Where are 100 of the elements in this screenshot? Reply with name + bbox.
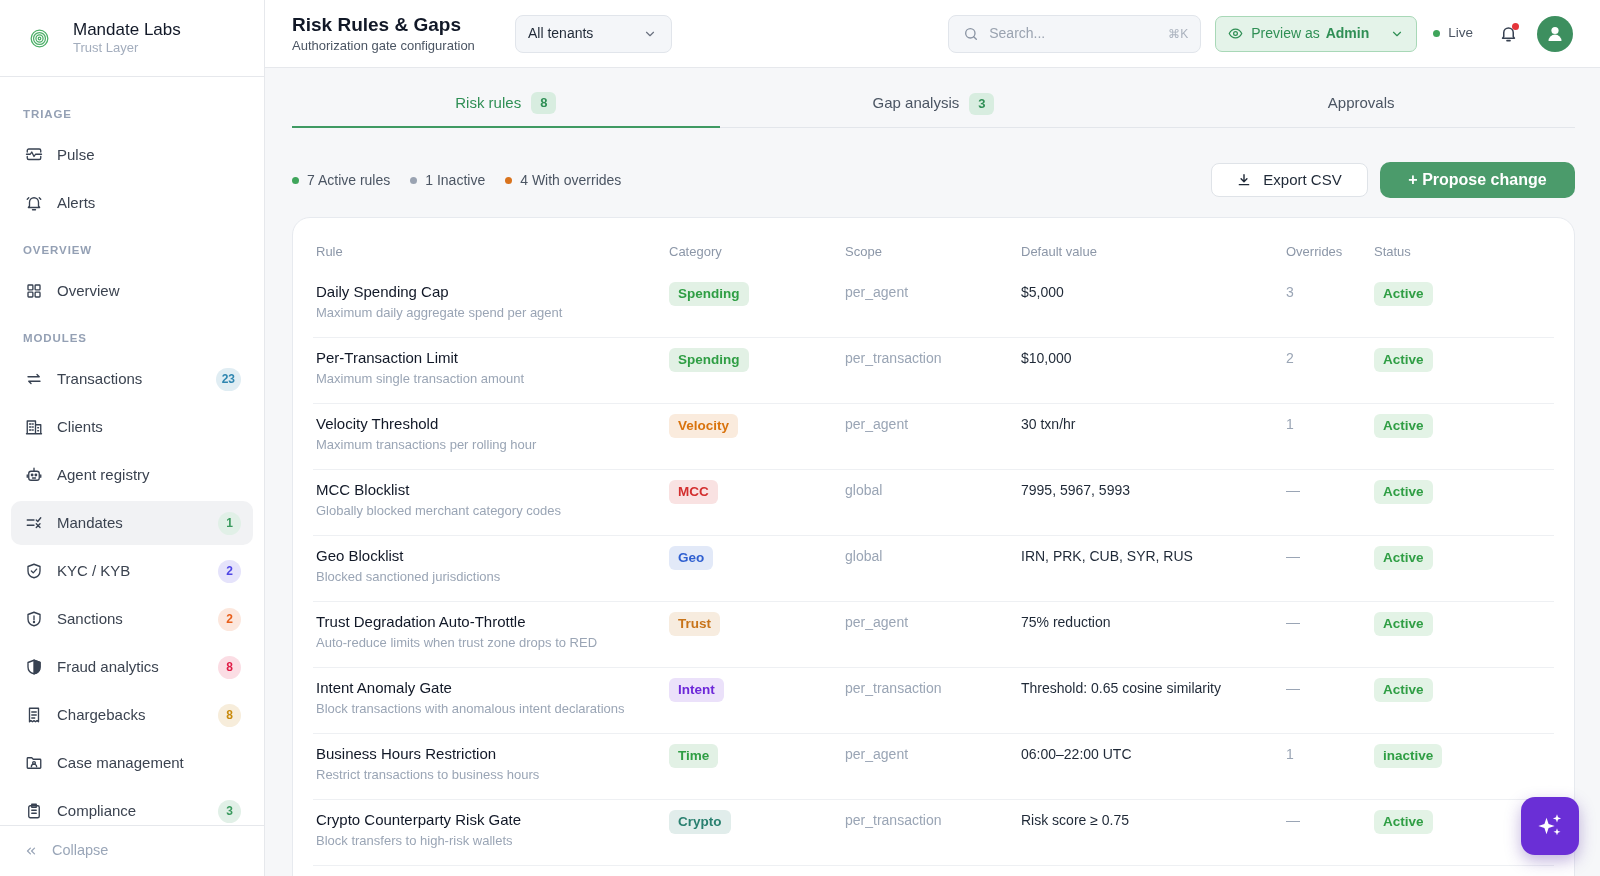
scope-text: per_transaction [845, 679, 942, 698]
shield-check-icon [25, 562, 43, 580]
category-tag: Trust [669, 612, 720, 636]
rule-description: Block transfers to high-risk wallets [316, 832, 513, 850]
tab[interactable]: Gap analysis 3 [719, 80, 1148, 128]
category-tag: Time [669, 744, 719, 768]
tab[interactable]: Risk rules 8 [292, 80, 720, 128]
sidebar-item[interactable]: Compliance 3 [11, 789, 253, 825]
rule-description: Globally blocked merchant category codes [316, 502, 561, 520]
scope-text: per_transaction [845, 811, 942, 830]
default-value: 75% reduction [1021, 613, 1111, 632]
sidebar-item[interactable]: Agent registry [11, 453, 253, 497]
status-tag: Active [1374, 678, 1433, 702]
shield-alert-icon [25, 610, 43, 628]
rule-description: Auto-reduce limits when trust zone drops to RED [316, 634, 598, 652]
section-heading: TRIAGE [23, 107, 72, 122]
preview-role-dropdown[interactable]: Preview as Admin [1215, 15, 1418, 52]
sidebar-item[interactable]: Alerts [11, 181, 253, 225]
status-tag: Active [1374, 546, 1433, 570]
assistant-button[interactable] [1521, 797, 1579, 855]
status-tag: Active [1374, 414, 1433, 438]
count-badge: 1 [218, 511, 241, 535]
tab-count: 8 [531, 92, 557, 114]
status-tag: Active [1374, 480, 1433, 504]
default-value: Threshold: 0.65 cosine similarity [1021, 679, 1221, 698]
tab-count: 3 [969, 92, 995, 115]
count-badge: 8 [218, 655, 241, 679]
status-tag: Active [1374, 282, 1433, 306]
shortcut-hint: ⌘K [1168, 25, 1189, 43]
sidebar-item[interactable]: Case management [11, 741, 253, 785]
rule-name: Business Hours Restriction [316, 744, 497, 764]
section-heading: MODULES [23, 331, 87, 346]
live-status-dot-icon [1433, 30, 1441, 37]
scope-text: per_agent [845, 745, 909, 764]
page-subtitle: Authorization gate configuration [292, 37, 476, 54]
default-value: 7995, 5967, 5993 [1021, 481, 1130, 500]
sidebar-item[interactable]: Transactions 23 [11, 357, 253, 401]
default-value: IRN, PRK, CUB, SYR, RUS [1021, 547, 1193, 566]
category-tag: Spending [669, 348, 749, 372]
default-value: 06:00–22:00 UTC [1021, 745, 1132, 764]
override-count: — [1286, 547, 1300, 566]
rule-description: Restrict transactions to business hours [316, 766, 540, 784]
brand-tagline: Trust Layer [73, 40, 140, 56]
export-button[interactable]: Export CSV [1211, 163, 1368, 197]
rule-name: Per-Transaction Limit [316, 348, 458, 368]
override-count: 3 [1286, 283, 1294, 302]
category-tag: Crypto [669, 810, 731, 834]
rule-name: Intent Anomaly Gate [316, 678, 452, 698]
rule-name: Daily Spending Cap [316, 282, 449, 302]
download-icon [1237, 173, 1252, 187]
bell-icon [1499, 24, 1518, 43]
override-count: 1 [1286, 745, 1294, 764]
sidebar-item[interactable]: KYC / KYB 2 [11, 549, 253, 593]
category-tag: Spending [669, 282, 749, 306]
rule-description: Maximum transactions per rolling hour [316, 436, 537, 454]
sidebar-item[interactable]: Pulse [11, 133, 253, 177]
folder-person-icon [25, 754, 43, 772]
column-header: Status [1374, 244, 1411, 260]
section-heading: OVERVIEW [23, 243, 93, 258]
count-badge: 23 [215, 367, 241, 391]
sidebar-item[interactable]: Sanctions 2 [11, 597, 253, 641]
column-header: Overrides [1286, 244, 1343, 260]
tenant-dropdown[interactable]: All tenants [515, 14, 672, 53]
column-header: Rule [316, 244, 343, 260]
count-badge: 8 [218, 703, 241, 727]
rule-name: Crypto Counterparty Risk Gate [316, 810, 522, 830]
shield-half-icon [25, 658, 43, 676]
sidebar-item[interactable]: Clients [11, 405, 253, 449]
logo-icon [30, 28, 49, 48]
rule-description: Blocked sanctioned jurisdictions [316, 568, 501, 586]
sidebar-item[interactable]: Overview [11, 269, 253, 313]
summary-text: 1 Inactive [425, 170, 486, 190]
count-badge: 3 [218, 799, 241, 823]
live-label: Live [1448, 24, 1473, 43]
status-tag: Active [1374, 810, 1433, 834]
search-icon [963, 25, 980, 42]
default-value: 30 txn/hr [1021, 415, 1076, 434]
column-header: Scope [845, 244, 882, 260]
category-tag: Intent [669, 678, 724, 702]
grid-icon [25, 282, 43, 300]
page-title: Risk Rules & Gaps [292, 13, 462, 37]
search-input[interactable]: Search... [989, 23, 1159, 44]
double-chevron-left-icon [24, 844, 38, 858]
override-count: — [1286, 679, 1300, 698]
override-count: — [1286, 481, 1300, 500]
sidebar-item[interactable]: Fraud analytics 8 [11, 645, 253, 689]
category-tag: MCC [669, 480, 718, 504]
rule-name: Velocity Threshold [316, 414, 439, 434]
rule-description: Maximum daily aggregate spend per agent [316, 304, 563, 322]
avatar-icon[interactable] [1537, 15, 1573, 52]
summary-text: 7 Active rules [307, 170, 391, 190]
building-icon [25, 418, 43, 436]
count-badge: 2 [218, 607, 241, 631]
scope-text: per_agent [845, 415, 909, 434]
clipboard-icon [25, 802, 43, 820]
sidebar-item[interactable]: Mandates 1 [11, 501, 253, 545]
tab[interactable]: Approvals [1147, 80, 1575, 128]
sidebar-item[interactable]: Chargebacks 8 [11, 693, 253, 737]
status-tag: Active [1374, 348, 1433, 372]
override-count: — [1286, 811, 1300, 830]
